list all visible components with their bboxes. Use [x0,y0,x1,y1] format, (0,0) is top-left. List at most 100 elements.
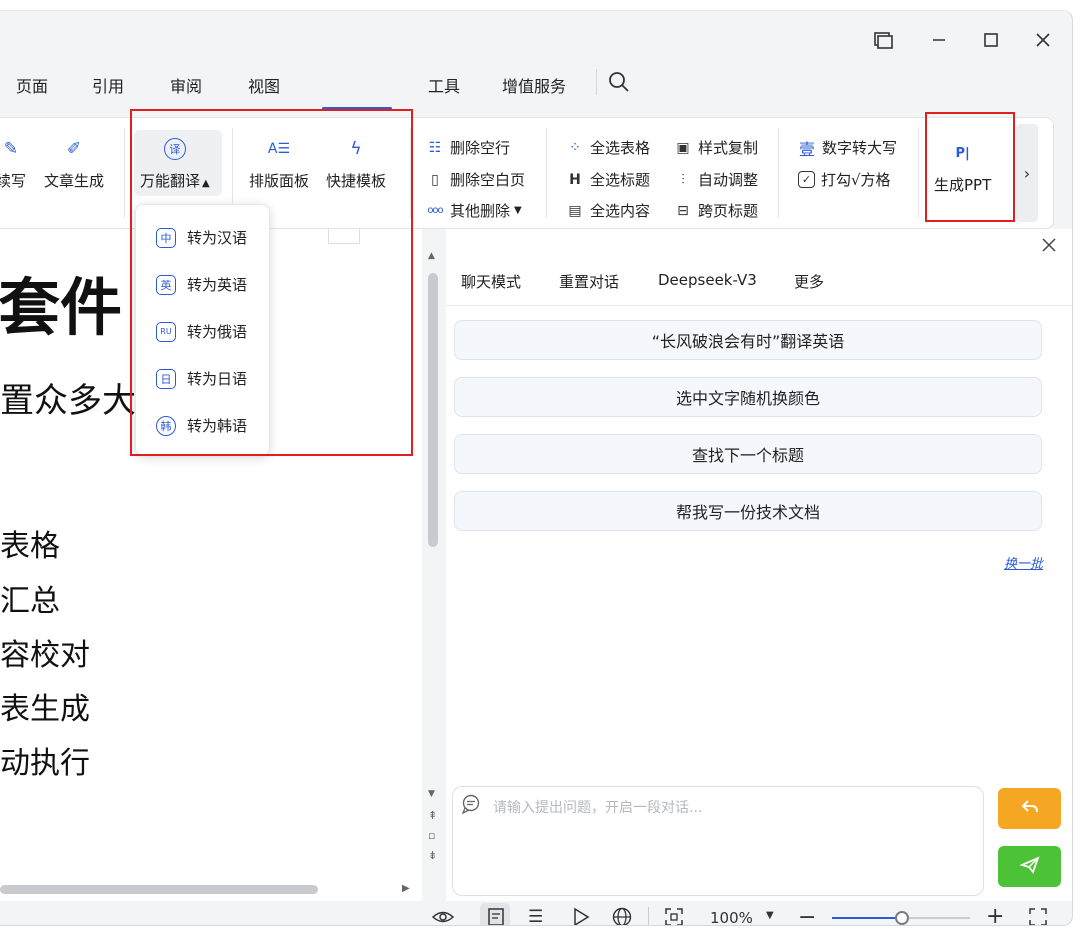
menu-tools[interactable]: 工具 [428,73,460,97]
doc-line: 表格 [0,529,60,564]
maximize-icon[interactable] [976,25,1006,55]
search-icon[interactable] [608,71,630,97]
prev-page-icon[interactable]: ⇞ [428,809,437,822]
article-generate-button[interactable]: ✐ 文章生成 [44,134,104,191]
select-all-headings-button[interactable]: H 全选标题 [566,169,650,190]
auto-adjust-button[interactable]: ⫶ 自动调整 [674,169,758,190]
play-icon[interactable] [572,907,590,925]
vertical-scroll-thumb[interactable] [428,273,438,547]
next-page-icon[interactable]: ⇟ [428,849,437,862]
suggestion-button[interactable]: 帮我写一份技术文档 [454,491,1042,531]
zoom-slider-fill [832,917,901,919]
tab-chat-mode[interactable]: 聊天模式 [461,271,521,292]
reply-arrow-icon [1021,799,1039,819]
style-copy-button[interactable]: ▣ 样式复制 [674,137,758,158]
zoom-dropdown-icon[interactable]: ▼ [766,910,774,921]
style-copy-label: 样式复制 [698,139,759,157]
status-divider [648,907,649,925]
chat-input-box[interactable]: 请输入提出问题，开启一段对话... [452,786,984,896]
select-all-content-button[interactable]: ▤ 全选内容 [566,200,650,221]
ribbon-separator [778,128,779,218]
check-to-box-button[interactable]: ✓ 打勾√方格 [798,169,891,190]
globe-icon[interactable] [612,907,632,925]
menu-review[interactable]: 审阅 [170,73,202,97]
fit-screen-icon[interactable] [664,907,684,925]
fullscreen-icon[interactable] [1028,907,1048,925]
ribbon-separator [124,128,125,218]
number-to-upper-button[interactable]: 壹 数字转大写 [798,137,898,159]
zoom-slider-knob[interactable] [895,911,909,925]
horizontal-scrollbar[interactable] [0,885,318,894]
close-icon[interactable] [1028,25,1058,55]
panel-close-icon[interactable] [1042,237,1056,256]
select-all-tables-label: 全选表格 [590,139,651,157]
ribbon-separator [918,128,919,218]
eye-icon[interactable] [431,907,455,925]
status-bar: ☰ 100% ▼ − + [0,901,1072,925]
check-to-box-label: 打勾√方格 [821,171,891,189]
ribbon-scroll-right[interactable]: › [1016,124,1038,222]
tab-model-select[interactable]: Deepseek-V3 [658,271,757,289]
heading-icon: H [569,171,581,188]
menu-view[interactable]: 视图 [248,73,280,97]
doc-vertical-scrollbar[interactable]: ▲ ▼ ⇞ ▫ ⇟ [424,251,442,895]
zoom-level[interactable]: 100% [710,909,753,925]
delete-blank-pages-label: 删除空白页 [450,171,526,189]
select-browse-object-icon[interactable]: ▫ [428,829,435,842]
doc-line: 表生成 [0,692,90,727]
send-plane-icon [1018,855,1040,878]
cross-page-heading-label: 跨页标题 [698,202,759,220]
auto-adjust-label: 自动调整 [698,171,759,189]
adjust-icon: ⫶ [681,171,685,188]
doc-line: 汇总 [0,584,60,619]
refresh-suggestions-link[interactable]: 换一批 [1004,553,1043,572]
app-window: 页面 引用 审阅 视图 工具 增值服务 ✎ 续写 ✐ 文章生成 译 万能翻译▲ … [0,10,1073,926]
article-generate-label: 文章生成 [44,172,105,190]
cross-page-heading-button[interactable]: ⊟ 跨页标题 [674,200,758,221]
delete-empty-lines-button[interactable]: ☷ 删除空行 [426,137,510,158]
zoom-in-icon[interactable]: + [986,904,1004,925]
chevron-down-icon: ▼ [514,205,522,216]
panel-tab-divider [446,305,1072,306]
suggestion-button[interactable]: “长风破浪会有时”翻译英语 [454,320,1042,360]
other-delete-label: 其他删除 [450,202,511,220]
other-delete-button[interactable]: ooo 其他删除 ▼ [426,200,522,221]
delete-blank-pages-button[interactable]: ▯ 删除空白页 [426,169,525,190]
menu-references[interactable]: 引用 [92,73,124,97]
select-all-headings-label: 全选标题 [590,171,651,189]
doc-line: 容校对 [0,638,90,673]
number-upper-icon: 壹 [798,139,815,159]
reply-button[interactable] [998,788,1061,829]
scroll-right-arrow-icon[interactable]: ▶ [402,883,410,894]
page-view-icon [488,907,504,925]
content-icon: ▤ [568,202,582,219]
ribbon-separator [546,128,547,218]
tab-reset-dialog[interactable]: 重置对话 [559,271,619,292]
send-button[interactable] [998,846,1061,887]
chat-input-placeholder: 请输入提出问题，开启一段对话... [493,800,703,816]
menu-value-added[interactable]: 增值服务 [502,73,566,97]
chat-bubble-icon [461,794,481,818]
highlight-box-ppt [925,112,1015,222]
zoom-slider-track[interactable] [832,911,970,925]
cross-page-icon: ⊟ [677,202,689,219]
more-dots-icon: ooo [427,205,443,216]
select-all-tables-button[interactable]: ⁘ 全选表格 [566,137,650,158]
continue-write-button[interactable]: ✎ 续写 [0,134,26,191]
scroll-up-arrow-icon[interactable]: ▲ [428,251,435,261]
zoom-out-icon[interactable]: − [798,905,816,925]
scroll-down-arrow-icon[interactable]: ▼ [428,789,435,799]
doc-line: 动执行 [0,746,90,781]
highlight-box-translate [130,109,413,456]
restore-window-icon[interactable] [868,25,898,55]
tab-more[interactable]: 更多 [794,271,824,292]
continue-write-label: 续写 [0,172,27,190]
suggestion-button[interactable]: 选中文字随机换颜色 [454,377,1042,417]
minimize-icon[interactable] [924,25,954,55]
outline-view-icon[interactable]: ☰ [528,907,543,925]
menu-divider [596,69,597,95]
ai-chat-panel: 聊天模式 重置对话 Deepseek-V3 更多 “长风破浪会有时”翻译英语 选… [446,229,1072,901]
suggestion-button[interactable]: 查找下一个标题 [454,434,1042,474]
number-to-upper-label: 数字转大写 [822,139,898,157]
menu-page[interactable]: 页面 [16,73,48,97]
